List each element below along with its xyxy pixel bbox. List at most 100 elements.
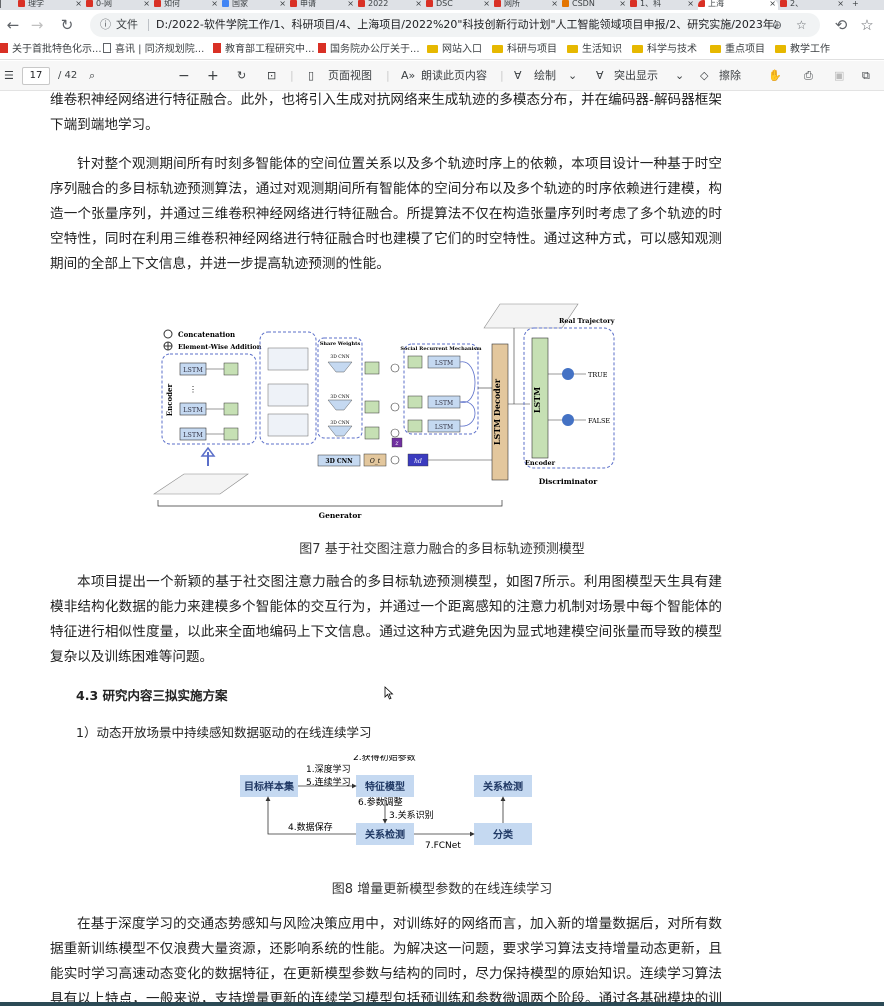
- pdf-icon: [358, 0, 365, 7]
- close-icon[interactable]: ×: [143, 0, 150, 8]
- zoom-out-icon[interactable]: −: [178, 61, 190, 91]
- folder-icon: [567, 45, 578, 53]
- page-number-input[interactable]: 17: [22, 67, 50, 85]
- tab-strip: ▏ 理学 × 0-网 × 如何 × 国家 × 申请 × 2022 × DSC × 网所 × CS…: [0, 0, 884, 10]
- save-icon[interactable]: ▣: [834, 61, 844, 91]
- edge-label: 4.数据保存: [288, 821, 333, 833]
- read-aloud-icon: A»: [401, 69, 416, 82]
- close-icon[interactable]: ×: [483, 0, 490, 8]
- tab-item[interactable]: 0-网 ×: [86, 0, 152, 10]
- info-icon[interactable]: ⓘ: [100, 13, 111, 37]
- close-icon[interactable]: ×: [619, 0, 626, 8]
- lstm-label: LSTM: [435, 424, 453, 431]
- folder-icon: [492, 45, 503, 53]
- divider: |: [290, 69, 294, 82]
- tab-item[interactable]: 国家 ×: [222, 0, 288, 10]
- paragraph: 本项目提出一个新颖的基于社交图注意力融合的多目标轨迹预测模型，如图7所示。利用图…: [50, 574, 722, 665]
- highlight-button[interactable]: 突出显示: [614, 61, 658, 91]
- read-aloud-button[interactable]: 朗读此页内容: [421, 61, 487, 91]
- eraser-icon: ◇: [700, 69, 709, 82]
- pdf-toolbar: ☰ 17 / 42 ⌕ − + ↻ ⊡ | ▯ 页面视图 | A» 朗读此页内容…: [0, 61, 884, 91]
- close-icon[interactable]: ×: [415, 0, 422, 8]
- paragraph: 维卷积神经网络进行特征融合。此外，也将引入生成对抗网络来生成轨迹的多模态分布，并…: [50, 92, 722, 133]
- new-tab-button[interactable]: +: [852, 0, 872, 10]
- bookmark-folder[interactable]: 科学与技术: [632, 40, 697, 59]
- folder-icon: [632, 45, 643, 53]
- paragraph: 在基于深度学习的交通态势感知与风险决策应用中，对训练好的网络而言，加入新的增量数…: [50, 916, 722, 1006]
- page-total: / 42: [58, 70, 78, 81]
- close-icon[interactable]: ×: [211, 0, 218, 8]
- edge-label: 6.参数调整: [358, 796, 403, 808]
- close-icon[interactable]: ×: [769, 0, 776, 8]
- ot-label: O_t: [370, 458, 381, 465]
- tab-item-active[interactable]: 上海 ×: [698, 0, 778, 10]
- reload-icon[interactable]: ↻: [58, 16, 76, 34]
- bookmark-folder[interactable]: 教学工作: [775, 40, 830, 59]
- extensions-icon[interactable]: ⟲: [832, 16, 850, 34]
- svg-text:⋮: ⋮: [189, 385, 197, 394]
- scheme-label: 文件: [116, 18, 138, 31]
- page-view-icon: ▯: [308, 69, 315, 82]
- draw-icon: ∀: [514, 69, 522, 82]
- fit-page-icon[interactable]: ⊡: [267, 61, 276, 91]
- tab-item[interactable]: 申请 ×: [290, 0, 356, 10]
- bookmark-item[interactable]: 教育部工程研究中...: [213, 40, 315, 59]
- classify-label: 分类: [493, 828, 513, 841]
- lstm-label: LSTM: [183, 431, 203, 439]
- pdf-icon: [0, 43, 8, 53]
- discriminator-label: Discriminator: [539, 477, 599, 486]
- zoom-in-icon[interactable]: +: [207, 61, 219, 91]
- url-text[interactable]: D:/2022-软件学院工作/1、科研项目/4、上海项目/2022%20"科技创…: [156, 13, 776, 37]
- lstm-label: LSTM: [435, 360, 453, 367]
- tab-item[interactable]: 理学 ×: [18, 0, 84, 10]
- lstm-decoder-label: LSTM Decoder: [492, 378, 502, 445]
- close-icon[interactable]: ×: [837, 0, 844, 8]
- rotate-icon[interactable]: ↻: [237, 61, 246, 91]
- save-as-icon[interactable]: ⧉: [862, 61, 870, 91]
- encoder-label: Encoder: [165, 383, 174, 416]
- chevron-down-icon[interactable]: ⌄: [675, 61, 684, 91]
- bookmark-folder[interactable]: 科研与项目: [492, 40, 557, 59]
- address-bar[interactable]: ⓘ 文件 D:/2022-软件学院工作/1、科研项目/4、上海项目/2022%2…: [90, 13, 820, 37]
- chevron-down-icon[interactable]: ⌄: [568, 61, 577, 91]
- zoom-icon[interactable]: ⊕: [772, 13, 782, 37]
- tab-item[interactable]: 2022 ×: [358, 0, 424, 10]
- edge-label: 2.获得初始参数: [353, 755, 416, 763]
- print-icon[interactable]: ⎙: [804, 61, 813, 91]
- erase-button[interactable]: 擦除: [719, 61, 741, 91]
- address-row: ← → ↻ ⓘ 文件 D:/2022-软件学院工作/1、科研项目/4、上海项目/…: [0, 10, 884, 40]
- bookmark-item[interactable]: 国务院办公厅关于...: [318, 40, 420, 59]
- tab-item[interactable]: 网所 ×: [494, 0, 560, 10]
- search-icon[interactable]: ⌕: [89, 61, 95, 91]
- close-icon[interactable]: ×: [75, 0, 82, 8]
- tab-item[interactable]: 如何 ×: [154, 0, 220, 10]
- menu-icon[interactable]: ☰: [4, 61, 14, 91]
- page-view-button[interactable]: 页面视图: [328, 61, 372, 91]
- bookmark-folder[interactable]: 生活知识: [567, 40, 622, 59]
- close-icon[interactable]: ×: [279, 0, 286, 8]
- social-recurrent-label: Social Recurrent Mechanism: [400, 346, 482, 352]
- pdf-icon: [18, 0, 25, 7]
- close-icon[interactable]: ×: [687, 0, 694, 8]
- edge-label: 1.深度学习: [306, 763, 351, 775]
- touch-icon[interactable]: ✋: [768, 61, 782, 91]
- bookmark-star-icon[interactable]: ☆: [796, 13, 807, 37]
- bookmark-item[interactable]: 关于首批特色化示...: [0, 40, 102, 59]
- bookmark-folder[interactable]: 网站入口: [427, 40, 482, 59]
- close-icon[interactable]: ×: [551, 0, 558, 8]
- lstm-label: LSTM: [435, 400, 453, 407]
- tab-scroll[interactable]: ▏: [0, 0, 14, 10]
- tab-item[interactable]: CSDN ×: [562, 0, 628, 10]
- close-icon[interactable]: ×: [347, 0, 354, 8]
- tab-item[interactable]: 1、科 ×: [630, 0, 696, 10]
- favorites-icon[interactable]: ☆: [858, 16, 876, 34]
- bookmark-item[interactable]: 喜讯 | 同济规划院...: [103, 40, 204, 59]
- bookmark-folder[interactable]: 重点项目: [710, 40, 765, 59]
- tab-item[interactable]: 2、 ×: [780, 0, 846, 10]
- draw-button[interactable]: 绘制: [534, 61, 556, 91]
- real-trajectory-label: Real Trajectory: [559, 317, 615, 325]
- back-icon[interactable]: ←: [4, 16, 22, 34]
- bookmarks-bar: 关于首批特色化示... 喜讯 | 同济规划院... 教育部工程研究中... 国务…: [0, 40, 884, 60]
- tab-item[interactable]: DSC ×: [426, 0, 492, 10]
- forward-icon[interactable]: →: [28, 16, 46, 34]
